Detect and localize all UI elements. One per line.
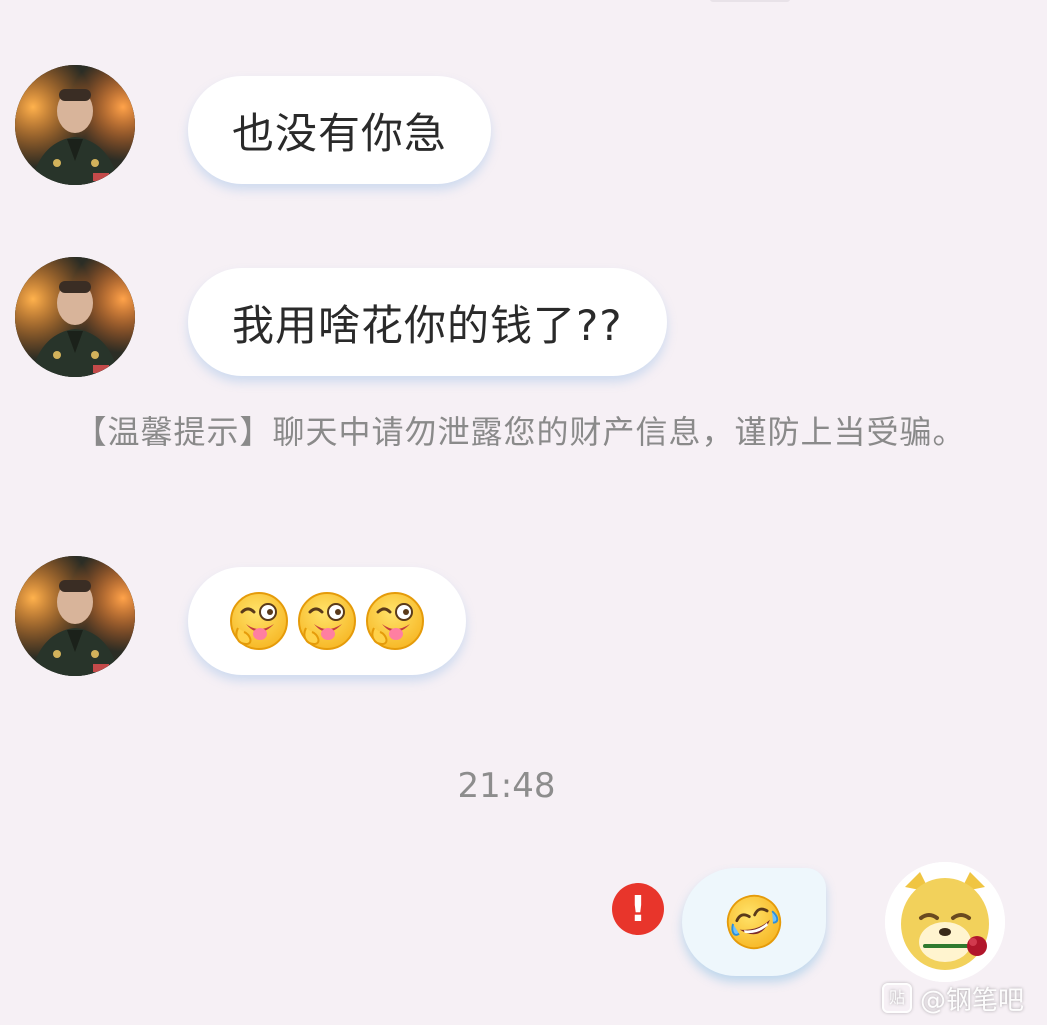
system-notice: 【温馨提示】聊天中请勿泄露您的财产信息，谨防上当受骗。 [74,413,966,451]
message-bubble-outgoing[interactable] [682,868,826,976]
laughing-wink-emoji-icon [298,592,356,650]
contact-avatar[interactable] [15,556,135,676]
contact-avatar[interactable] [15,65,135,185]
message-bubble-incoming[interactable]: 也没有你急 [188,76,492,184]
watermark-text: @钢笔吧 [920,985,1025,1016]
tieba-logo-icon: 贴 [882,983,912,1013]
rofl-emoji-icon [726,894,782,950]
message-bubble-emoji[interactable] [188,567,466,675]
message-text: 也没有你急 [232,108,448,158]
laughing-wink-emoji-icon [230,592,288,650]
laughing-wink-emoji-icon [366,592,424,650]
emoji-row [228,567,426,675]
timestamp: 21:48 [457,766,556,806]
self-avatar[interactable] [885,862,1005,982]
watermark: 贴 @钢笔吧 [882,980,1024,1016]
message-bubble-incoming[interactable]: 我用啥花你的钱了?? [188,268,667,376]
send-failed-icon[interactable]: ! [612,883,664,935]
contact-avatar[interactable] [15,257,135,377]
message-text: 我用啥花你的钱了?? [232,300,623,350]
top-scroll-hint [710,0,790,2]
